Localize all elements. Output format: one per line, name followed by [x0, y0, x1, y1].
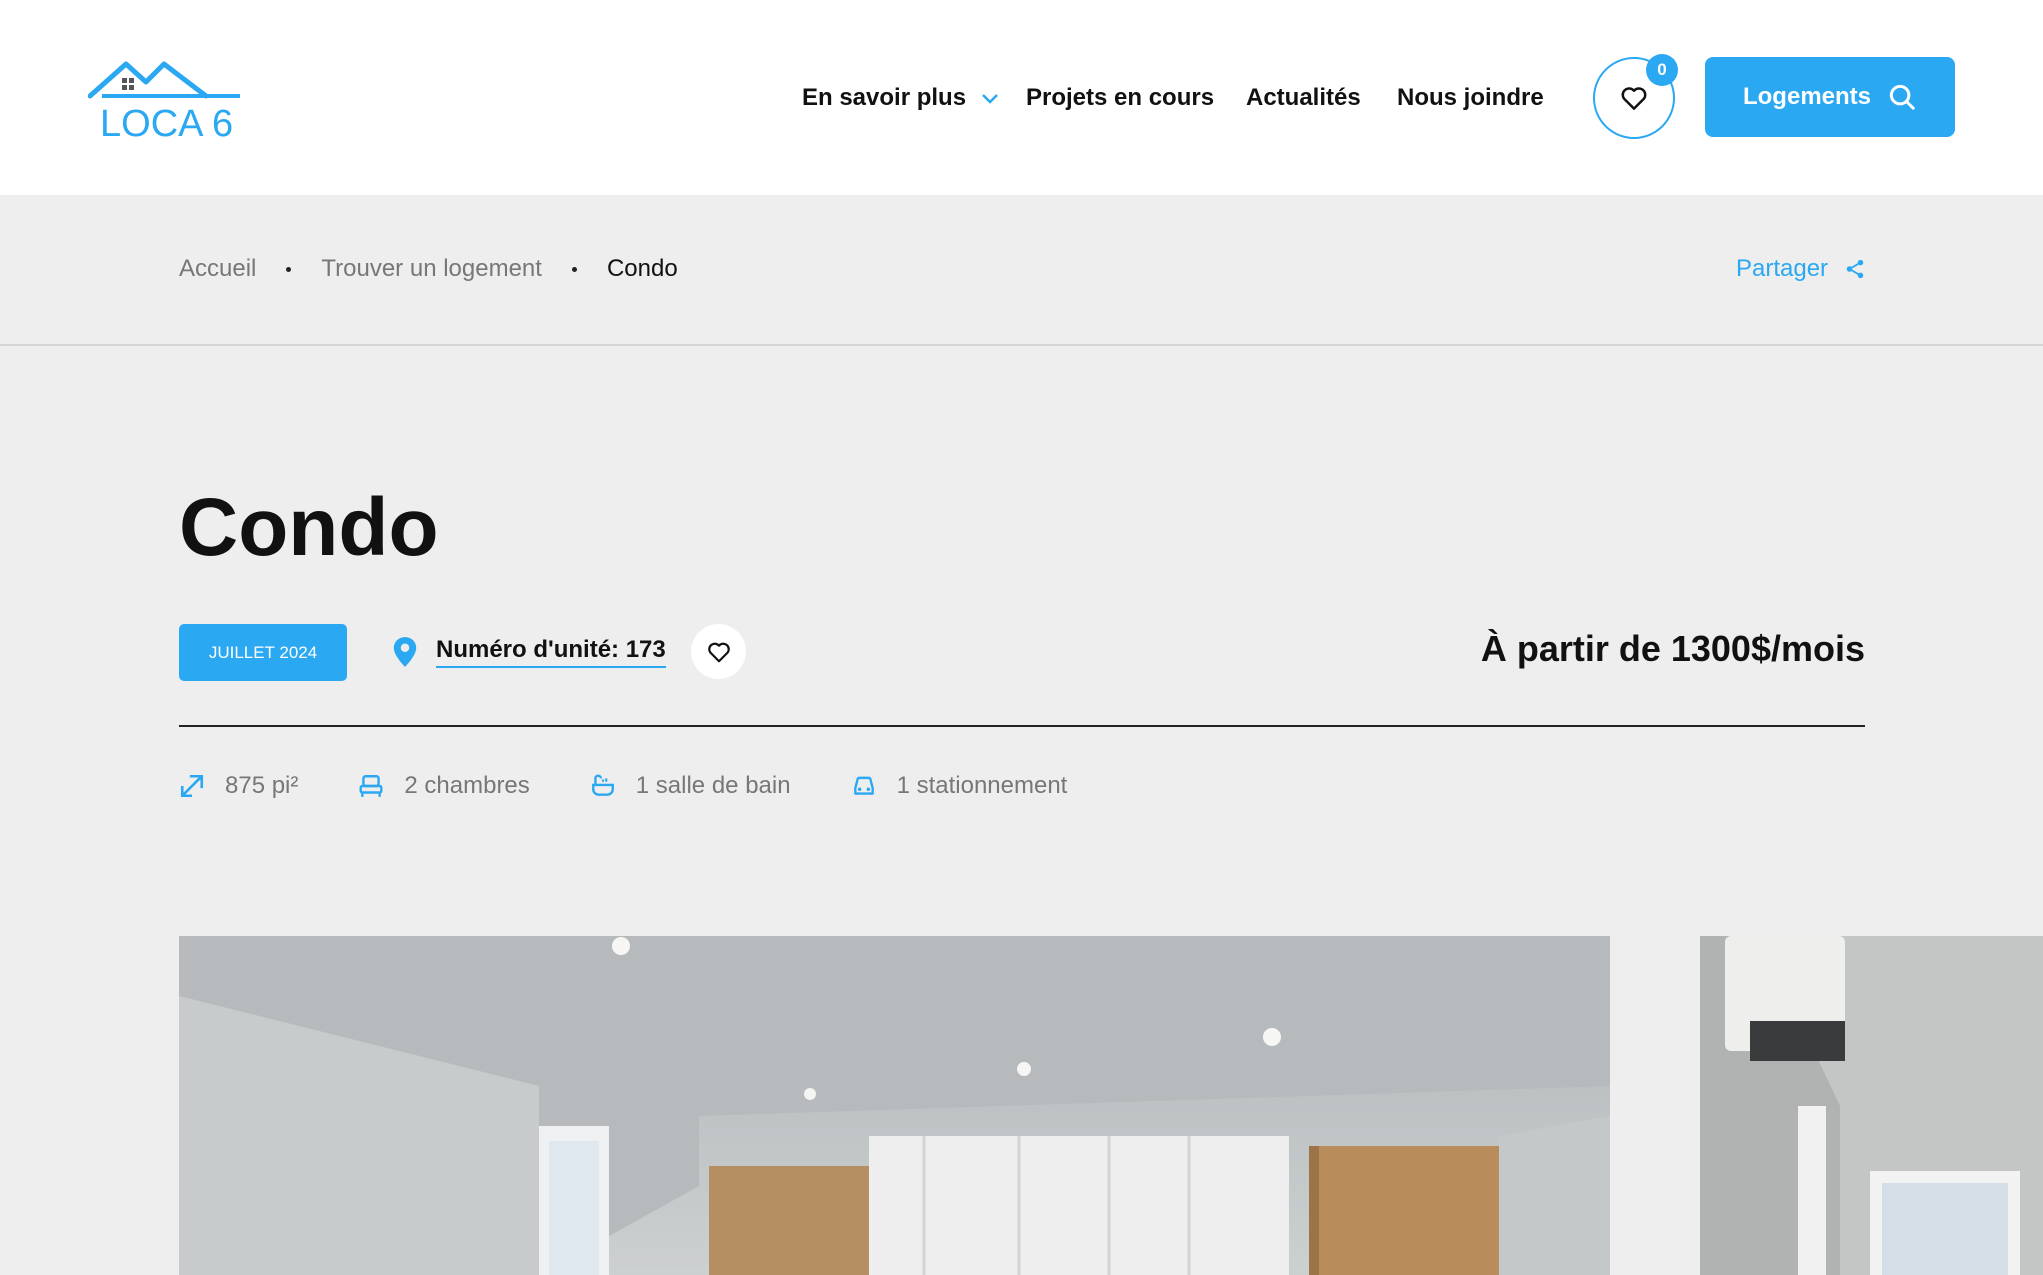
breadcrumb-separator [286, 266, 292, 272]
map-pin-icon [393, 637, 417, 667]
share-icon [1846, 259, 1864, 279]
search-icon [1889, 84, 1915, 110]
availability-badge: JUILLET 2024 [179, 624, 347, 681]
nav-label: Projets en cours [1026, 84, 1215, 111]
heart-icon [1621, 87, 1647, 110]
unit-number-link[interactable]: Numéro d'unité: 173 [392, 630, 666, 674]
section-divider [179, 725, 1865, 727]
feature-area: 875 pi² [179, 772, 298, 800]
breadcrumb-trouver-logement[interactable]: Trouver un logement [321, 255, 542, 283]
feature-label: 875 pi² [225, 772, 299, 799]
feature-bathrooms: 1 salle de bain [590, 772, 791, 800]
interior-photo-image [1700, 936, 2043, 1275]
share-label: Partager [1736, 255, 1829, 282]
interior-photo-image [179, 936, 1610, 1275]
breadcrumb-accueil[interactable]: Accueil [179, 255, 256, 283]
nav-actualites[interactable]: Actualités [1246, 76, 1361, 120]
breadcrumb: Accueil Trouver un logement Condo [179, 249, 678, 289]
breadcrumb-current: Condo [606, 255, 678, 282]
feature-bedrooms: 2 chambres [358, 772, 530, 800]
feature-label: 1 stationnement [896, 772, 1068, 799]
unit-number-label: Numéro d'unité: 173 [436, 636, 666, 668]
feature-label: 1 salle de bain [635, 772, 791, 799]
add-to-favorites-button[interactable] [691, 624, 746, 679]
car-icon [853, 776, 874, 795]
breadcrumb-bar: Accueil Trouver un logement Condo Partag… [0, 195, 2043, 346]
resize-arrow-icon [180, 774, 204, 798]
bathtub-icon [591, 774, 614, 796]
chevron-down-icon [982, 94, 998, 104]
nav-projets-en-cours[interactable]: Projets en cours [1026, 76, 1214, 120]
loca6-logo[interactable]: LOCA 6 [88, 56, 243, 140]
nav-label: Nous joindre [1397, 84, 1544, 111]
site-header: LOCA 6 En savoir plus Projets en cours A… [0, 0, 2043, 195]
nav-en-savoir-plus[interactable]: En savoir plus [802, 76, 1000, 120]
feature-parking: 1 stationnement [851, 772, 1068, 800]
breadcrumb-separator [571, 266, 577, 272]
feature-label: 2 chambres [404, 772, 530, 799]
gallery-photo-kitchen[interactable] [179, 936, 1610, 1275]
listing-price: À partir de 1300$/mois [1480, 628, 1865, 669]
nav-label: Actualités [1246, 84, 1361, 111]
favorites-count-badge: 0 [1646, 54, 1678, 86]
svg-text:LOCA 6: LOCA 6 [100, 103, 233, 140]
listing-features: 875 pi² 2 chambres 1 salle de bain 1 sta… [179, 766, 1127, 806]
bed-icon [359, 775, 383, 797]
nav-nous-joindre[interactable]: Nous joindre [1397, 76, 1544, 120]
heart-icon [707, 642, 730, 662]
gallery-photo-bedroom[interactable] [1700, 936, 2043, 1275]
logements-label: Logements [1742, 83, 1871, 110]
share-button[interactable]: Partager [1736, 249, 1866, 289]
page-title: Condo [179, 482, 439, 573]
nav-label: En savoir plus [802, 84, 967, 111]
logements-button[interactable]: Logements [1705, 57, 1955, 137]
house-logo-icon: LOCA 6 [88, 61, 240, 140]
